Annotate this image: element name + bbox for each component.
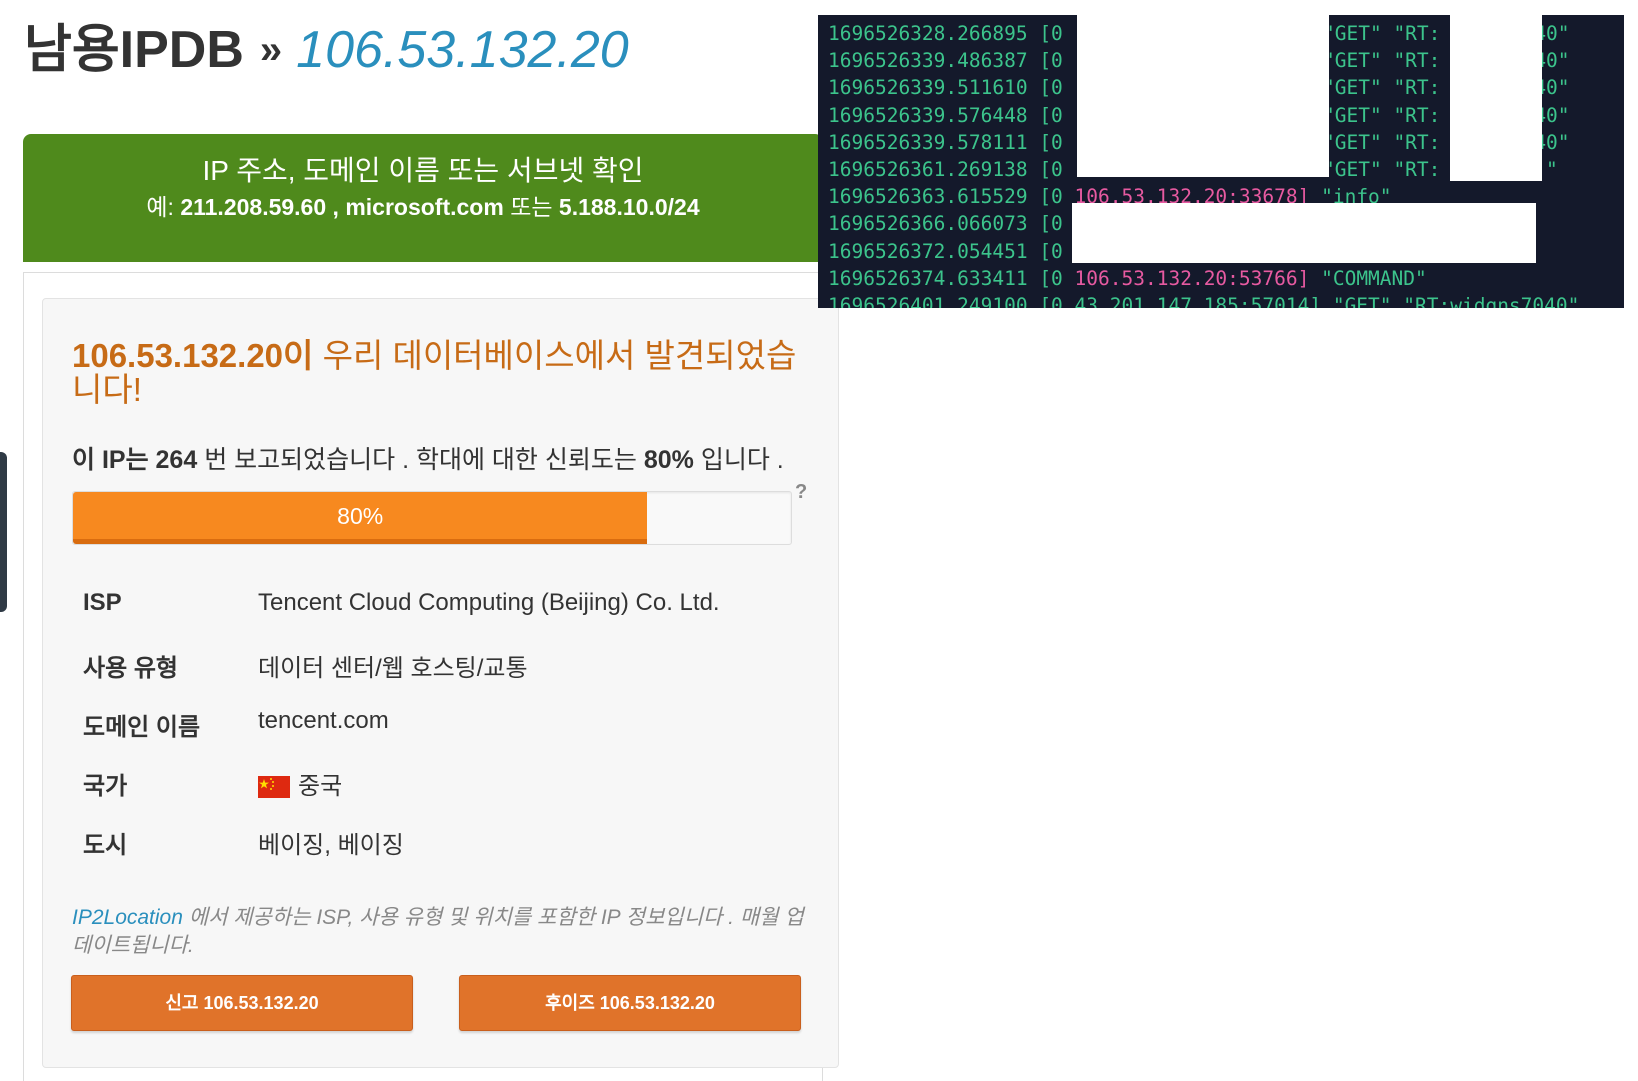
- terminal-line: 1696526401.249100 [0 43.201.147.185:5701…: [828, 292, 1579, 308]
- confidence-progress-bar: 80%: [72, 491, 792, 545]
- terminal-timestamp: 1696526363.615529 [0: [828, 185, 1063, 209]
- search-banner[interactable]: IP 주소, 도메인 이름 또는 서브넷 확인 예: 211.208.59.60…: [23, 134, 823, 262]
- search-example: 예: 211.208.59.60 , microsoft.com 또는 5.18…: [23, 192, 823, 222]
- confidence-text: 80%: [643, 446, 694, 474]
- report-summary: 이 IP는 264 번 보고되었습니다 . 학대에 대한 신뢰도는 80% 입니…: [72, 440, 784, 476]
- detail-label: ISP: [83, 589, 122, 616]
- detail-value: 데이터 센터/웹 호스팅/교통: [258, 655, 528, 682]
- detail-label: 도시: [83, 832, 128, 859]
- example-prefix: 예:: [146, 194, 174, 220]
- terminal-timestamp: 1696526372.054451 [0: [828, 239, 1063, 263]
- terminal-message: 43.201.147.185:57014] "GET" "RT:widgns70…: [1062, 293, 1580, 308]
- page: 남용IPDB » 106.53.132.20 IP 주소, 도메인 이름 또는 서브…: [0, 0, 1638, 1081]
- report-prefix: 이 IP는: [72, 446, 149, 474]
- terminal-timestamp: 1696526339.511610 [0: [828, 76, 1063, 100]
- detail-value: tencent.com: [258, 707, 389, 734]
- found-heading: 106.53.132.20이 우리 데이터베이스에서 발견되었습니다!: [72, 339, 812, 407]
- terminal-timestamp: 1696526366.066073 [0: [828, 212, 1063, 236]
- result-card: 106.53.132.20이 우리 데이터베이스에서 발견되었습니다! 이 IP…: [42, 298, 839, 1068]
- terminal-timestamp: 1696526339.576448 [0: [828, 103, 1063, 127]
- terminal-log-overlay: 1696526328.266895 [0 "GET" "RT: 40" 169652…: [818, 15, 1624, 308]
- report-ip-button[interactable]: 신고 106.53.132.20: [71, 975, 413, 1031]
- site-name: 남용IPDB: [24, 21, 244, 79]
- detail-value: Tencent Cloud Computing (Beijing) Co. Lt…: [258, 589, 720, 616]
- terminal-message: "COMMAND": [1309, 266, 1427, 290]
- terminal-ip: 106.53.132.20:53766]: [1062, 266, 1310, 290]
- china-flag-icon: [258, 776, 290, 798]
- help-icon[interactable]: ?: [795, 481, 807, 504]
- example-domain: microsoft.com: [345, 194, 504, 220]
- terminal-timestamp: 1696526339.486387 [0: [828, 49, 1063, 73]
- title-ip-link[interactable]: 106.53.132.20: [296, 21, 629, 79]
- terminal-timestamp: 1696526339.578111 [0: [828, 130, 1063, 154]
- example-sep: ,: [332, 194, 339, 220]
- example-ip: 211.208.59.60: [180, 194, 327, 220]
- title-separator: »: [259, 28, 283, 72]
- redaction-block: [1072, 203, 1536, 263]
- report-suffix: 입니다 .: [700, 446, 784, 474]
- example-subnet: 5.188.10.0/24: [558, 194, 700, 220]
- terminal-timestamp: 1696526374.633411 [0: [828, 266, 1063, 290]
- detail-label: 사용 유형: [83, 655, 178, 682]
- ip2location-link[interactable]: IP2Location: [72, 906, 183, 929]
- terminal-line: 1696526374.633411 [0 106.53.132.20:53766…: [828, 265, 1579, 292]
- search-heading: IP 주소, 도메인 이름 또는 서브넷 확인: [202, 155, 644, 186]
- side-feedback-tab[interactable]: [0, 452, 7, 612]
- country-name: 중국: [298, 773, 343, 800]
- page-title: 남용IPDB » 106.53.132.20: [24, 18, 629, 82]
- example-or: 또는: [510, 194, 553, 220]
- detail-label: 도메인 이름: [83, 714, 201, 741]
- confidence-progress-fill: 80%: [73, 492, 648, 544]
- data-source-note: IP2Location 에서 제공하는 ISP, 사용 유형 및 위치를 포함한…: [72, 904, 812, 960]
- terminal-timestamp: 1696526328.266895 [0: [828, 22, 1063, 45]
- report-middle: 번 보고되었습니다 . 학대에 대한 신뢰도는: [204, 446, 637, 474]
- redaction-block: [1077, 15, 1329, 177]
- detail-value: 베이징, 베이징: [258, 832, 404, 859]
- terminal-timestamp: 1696526401.249100 [0: [828, 293, 1063, 308]
- detail-label: 국가: [83, 773, 128, 800]
- detail-value-country: 중국: [258, 766, 342, 801]
- found-ip: 106.53.132.20이: [72, 337, 314, 374]
- report-count: 264: [155, 446, 198, 474]
- terminal-timestamp: 1696526361.269138 [0: [828, 157, 1063, 181]
- redaction-block: [1450, 15, 1542, 181]
- whois-ip-button[interactable]: 후이즈 106.53.132.20: [459, 975, 801, 1031]
